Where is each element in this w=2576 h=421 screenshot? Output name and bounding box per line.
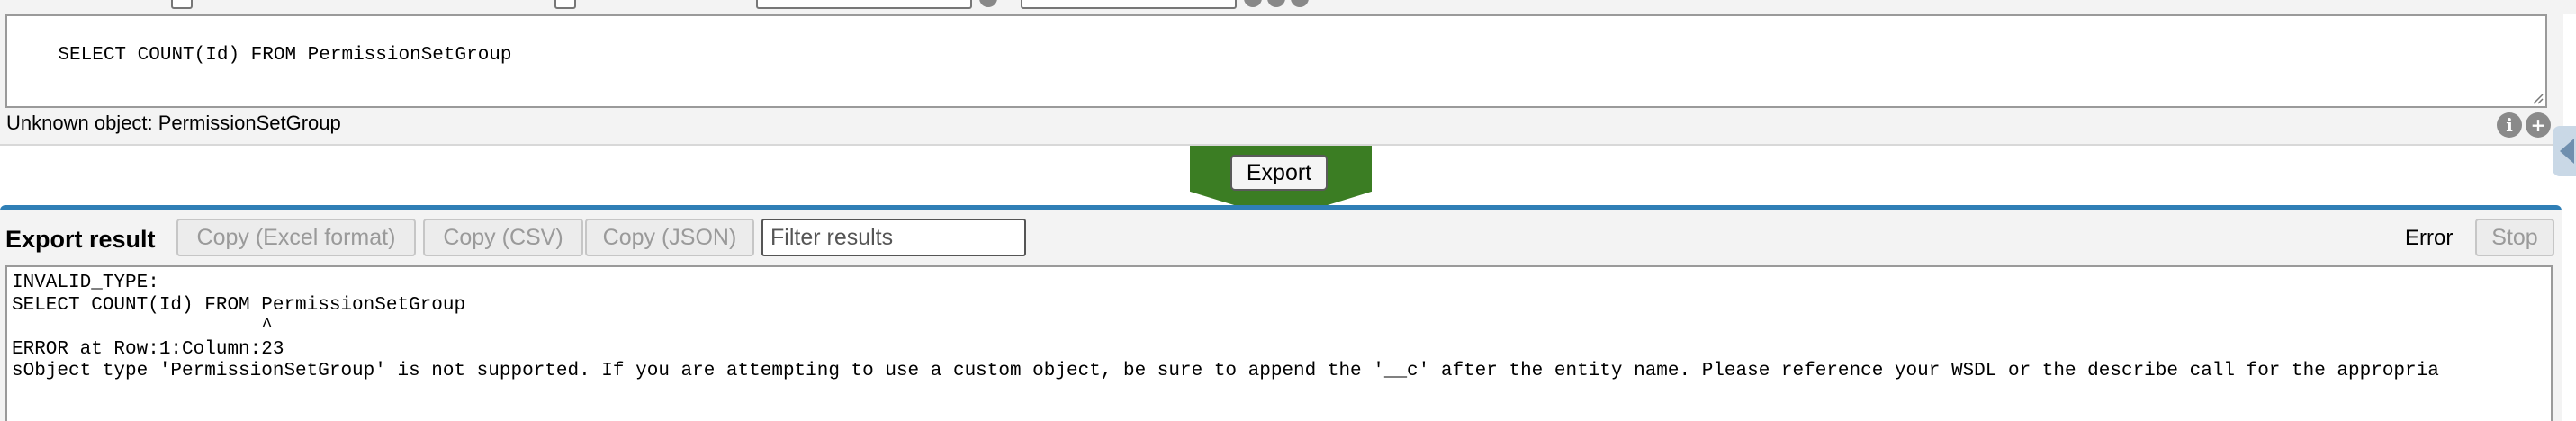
copy-csv-button[interactable]: Copy (CSV) bbox=[423, 219, 583, 256]
toolbar-input[interactable] bbox=[1021, 0, 1237, 9]
copy-excel-button[interactable]: Copy (Excel format) bbox=[176, 219, 416, 256]
info-icon[interactable] bbox=[1291, 0, 1309, 7]
query-panel: SELECT COUNT(Id) FROM PermissionSetGroup… bbox=[0, 9, 2563, 146]
chevron-left-icon bbox=[2560, 139, 2574, 164]
help-icon[interactable] bbox=[979, 0, 997, 7]
copy-json-button[interactable]: Copy (JSON) bbox=[585, 219, 754, 256]
export-result-panel: Export result Copy (Excel format) Copy (… bbox=[0, 205, 2562, 421]
filter-results-input[interactable] bbox=[761, 219, 1026, 256]
resize-grip-icon[interactable] bbox=[2531, 92, 2544, 104]
query-status-message: Unknown object: PermissionSetGroup bbox=[6, 112, 341, 134]
export-button[interactable]: Export bbox=[1230, 155, 1328, 191]
info-icon[interactable] bbox=[1267, 0, 1285, 7]
result-status-text: Error bbox=[2405, 226, 2454, 250]
result-title: Export result bbox=[5, 226, 156, 253]
result-output[interactable]: INVALID_TYPE: SELECT COUNT(Id) FROM Perm… bbox=[5, 265, 2553, 421]
info-icon[interactable] bbox=[1244, 0, 1262, 7]
toolbar-checkbox[interactable] bbox=[554, 0, 576, 9]
query-editor[interactable]: SELECT COUNT(Id) FROM PermissionSetGroup bbox=[5, 14, 2547, 108]
info-icon[interactable]: i bbox=[2497, 112, 2522, 138]
toolbar-select[interactable] bbox=[756, 0, 972, 9]
toolbar-checkbox[interactable] bbox=[171, 0, 193, 9]
side-panel-toggle[interactable] bbox=[2553, 126, 2576, 176]
stop-button[interactable]: Stop bbox=[2475, 219, 2554, 256]
add-icon[interactable]: + bbox=[2526, 112, 2551, 138]
query-text[interactable]: SELECT COUNT(Id) FROM PermissionSetGroup bbox=[58, 45, 511, 66]
